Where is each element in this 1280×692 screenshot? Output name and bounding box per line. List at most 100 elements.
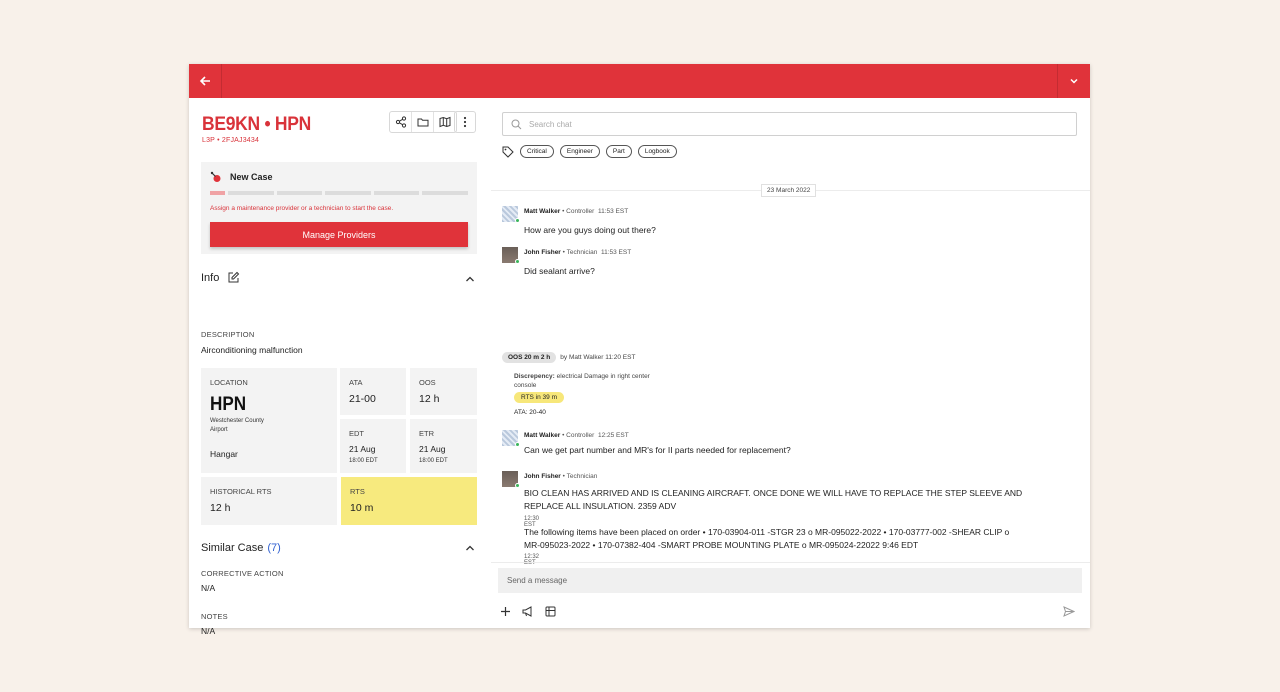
case-progress-bar xyxy=(210,191,468,195)
date-separator: 23 March 2022 xyxy=(761,184,817,197)
header-actions xyxy=(389,111,457,133)
location-label: LOCATION xyxy=(210,378,248,387)
sender-role: • Controller xyxy=(562,208,595,215)
oos-event: OOS 20 m 2 h by Matt Walker 11:20 EST xyxy=(502,352,635,363)
message-text: Did sealant arrive? xyxy=(524,266,595,276)
arrow-left-icon xyxy=(199,76,210,86)
etr-value: 21 Aug xyxy=(419,444,446,454)
tag-logbook[interactable]: Logbook xyxy=(637,145,677,158)
tag-engineer[interactable]: Engineer xyxy=(559,145,600,158)
corrective-action-label: CORRECTIVE ACTION xyxy=(201,569,284,578)
divider xyxy=(491,562,1090,563)
edit-icon[interactable] xyxy=(227,271,240,284)
case-details-panel: BE9KN • HPN L3P • 2FJAJ3434 New Case Ass… xyxy=(189,98,491,636)
ata-line: ATA: 20-40 xyxy=(514,409,546,416)
tag-critical[interactable]: Critical xyxy=(520,145,554,158)
chat-panel: Critical Engineer Part Logbook 23 March … xyxy=(491,98,1090,628)
chat-search-input[interactable] xyxy=(529,119,1029,129)
case-window: BE9KN • HPN L3P • 2FJAJ3434 New Case Ass… xyxy=(189,64,1090,636)
share-icon xyxy=(395,116,406,128)
oos-by: by Matt Walker 11:20 EST xyxy=(560,354,636,361)
discrepancy-label: Discrepency: xyxy=(514,373,555,380)
back-button[interactable] xyxy=(189,64,222,98)
location-code: HPN xyxy=(210,394,247,415)
location-place: Hangar xyxy=(210,449,238,459)
manage-providers-button[interactable]: Manage Providers xyxy=(210,222,468,247)
online-indicator xyxy=(515,259,520,264)
sender-role: • Technician xyxy=(562,473,598,480)
historical-rts-label: HISTORICAL RTS xyxy=(210,487,272,496)
info-section-header: Info xyxy=(201,271,240,284)
sender-role: • Technician xyxy=(562,249,598,256)
online-indicator xyxy=(515,442,520,447)
rts-pill: RTS in 39 m xyxy=(514,392,565,403)
ata-cell: ATA 21-00 xyxy=(340,368,406,415)
chat-search[interactable] xyxy=(502,112,1077,136)
similar-case-header[interactable]: Similar Case (7) xyxy=(201,542,281,554)
rts-value: 10 m xyxy=(350,502,374,514)
message-input[interactable] xyxy=(507,576,1067,585)
message-time: 11:53 EST xyxy=(597,208,629,215)
logbook-icon[interactable] xyxy=(545,606,556,617)
ata-label: ATA xyxy=(349,378,363,387)
add-icon[interactable] xyxy=(500,606,511,617)
folder-icon xyxy=(417,118,428,127)
avatar xyxy=(502,430,520,447)
location-name-line1: Westchester County xyxy=(210,418,264,424)
edt-label: EDT xyxy=(349,429,364,438)
description-label: DESCRIPTION xyxy=(201,330,255,339)
folder-button[interactable] xyxy=(412,112,434,132)
top-bar xyxy=(189,64,1090,98)
tag-filter: Critical Engineer Part Logbook xyxy=(502,145,677,158)
avatar xyxy=(502,247,520,264)
historical-rts-value: 12 h xyxy=(210,502,231,514)
megaphone-icon[interactable] xyxy=(522,606,534,617)
map-button[interactable] xyxy=(434,112,456,132)
similar-case-count: (7) xyxy=(267,542,281,554)
message-text: REPLACE ALL INSULATION. 2359 ADV xyxy=(524,501,677,511)
location-name-line2: Airport xyxy=(210,427,228,433)
avatar xyxy=(502,206,520,223)
oos-cell: OOS 12 h xyxy=(410,368,477,415)
tag-icon xyxy=(502,146,514,158)
rts-label: RTS xyxy=(350,487,365,496)
rts-cell: RTS 10 m xyxy=(341,477,477,525)
etr-label: ETR xyxy=(419,429,434,438)
case-message: Assign a maintenance provider or a techn… xyxy=(210,205,394,212)
share-button[interactable] xyxy=(390,112,412,132)
similar-collapse-chevron-icon[interactable] xyxy=(465,544,475,552)
sender-name: Matt Walker xyxy=(524,208,561,215)
etr-cell: ETR 21 Aug 18:00 EDT xyxy=(410,419,477,473)
message-time: 12:32 EST xyxy=(524,554,540,566)
collapse-button[interactable] xyxy=(1057,64,1090,98)
discrepancy: Discrepency: electrical Damage in right … xyxy=(514,372,674,390)
sender-name: John Fisher xyxy=(524,249,561,256)
avatar xyxy=(502,471,520,488)
sender-name: Matt Walker xyxy=(524,432,561,439)
more-vertical-icon xyxy=(463,116,467,128)
message-time: 12:25 EST xyxy=(597,432,629,439)
info-heading: Info xyxy=(201,271,220,284)
case-status-label: New Case xyxy=(230,172,273,182)
historical-rts-cell: HISTORICAL RTS 12 h xyxy=(201,477,337,525)
map-icon xyxy=(439,116,451,128)
message-composer[interactable] xyxy=(498,568,1082,593)
sender-name: John Fisher xyxy=(524,473,561,480)
send-icon[interactable] xyxy=(1063,606,1075,617)
corrective-action-value: N/A xyxy=(201,583,216,593)
similar-case-heading: Similar Case xyxy=(201,542,264,554)
sender-role: • Controller xyxy=(562,432,595,439)
tag-part[interactable]: Part xyxy=(605,145,632,158)
notes-label: NOTES xyxy=(201,612,228,621)
ata-value: 21-00 xyxy=(349,393,376,405)
notes-value: N/A xyxy=(201,626,216,636)
message-text: MR-095023-2022 • 170-07382-404 -SMART PR… xyxy=(524,540,919,550)
location-cell: LOCATION HPN Westchester County Airport … xyxy=(201,368,337,473)
oos-value: 12 h xyxy=(419,393,440,405)
more-options-button[interactable] xyxy=(454,111,476,133)
info-collapse-chevron-icon[interactable] xyxy=(465,275,475,283)
message-text: The following items have been placed on … xyxy=(524,527,1010,537)
oos-pill: OOS 20 m 2 h xyxy=(502,352,557,363)
case-status-card: New Case Assign a maintenance provider o… xyxy=(201,162,477,254)
composer-tools xyxy=(500,606,556,617)
